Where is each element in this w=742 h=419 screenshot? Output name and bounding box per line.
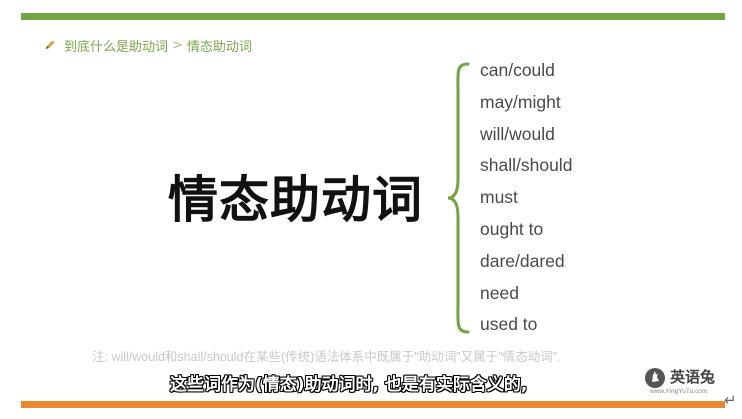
verb-item: must	[480, 187, 518, 208]
breadcrumb-parent: 到底什么是助动词	[64, 39, 169, 55]
breadcrumb-separator: >	[172, 37, 183, 53]
brand-name: 英语兔	[670, 368, 716, 386]
page-title: 情态助动词	[168, 170, 423, 229]
pencil-icon	[44, 39, 56, 51]
brand-watermark: 英语兔 www.YingYuTu.com	[644, 366, 724, 400]
verb-item: used to	[480, 314, 538, 335]
breadcrumb: 到底什么是助动词 > 情态助动词	[44, 35, 252, 55]
modal-verb-list: can/could may/might will/would shall/sho…	[480, 55, 572, 341]
verb-item: shall/should	[480, 155, 573, 176]
footnote: 注: will/would和shall/should在某些(传统)语法体系中既属…	[92, 350, 561, 364]
breadcrumb-current: 情态助动词	[186, 39, 252, 55]
verb-item: can/could	[480, 60, 555, 80]
return-arrow-icon: ↵	[724, 391, 737, 409]
bottom-accent-bar	[21, 401, 725, 408]
verb-item: need	[480, 282, 519, 303]
video-subtitle: 这些词作为(情态)助动词时, 也是有实际含义的,	[170, 375, 528, 395]
verb-item: dare/dared	[480, 250, 565, 271]
verb-item: may/might	[480, 91, 561, 112]
curly-brace	[447, 62, 470, 334]
verb-item: ought to	[480, 218, 544, 239]
verb-item: will/would	[480, 123, 555, 144]
top-accent-bar	[21, 13, 725, 20]
rabbit-logo-icon	[645, 368, 665, 388]
brand-url: www.YingYuTu.com	[650, 388, 708, 395]
